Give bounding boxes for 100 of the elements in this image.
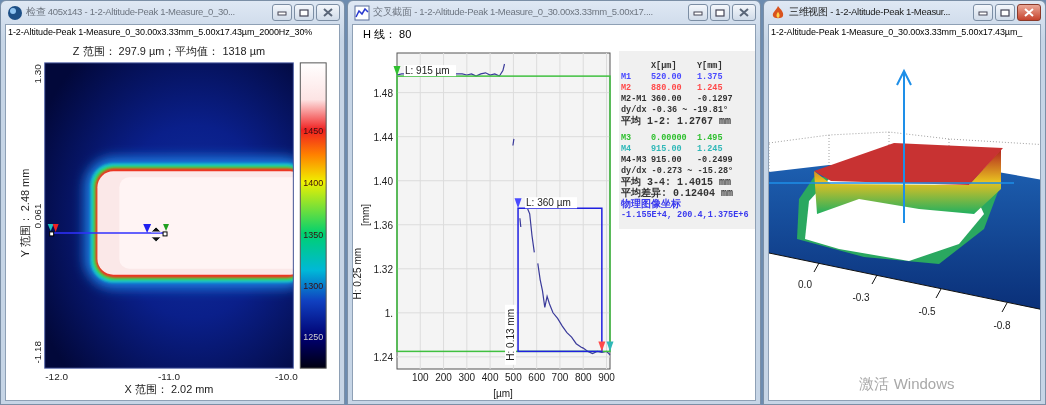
axis-tick-label: 0.0: [798, 279, 812, 290]
marker-name: M2-M1: [621, 94, 648, 105]
section-line[interactable]: [47, 223, 169, 237]
marker-name: M2: [621, 83, 633, 94]
close-button[interactable]: [316, 4, 340, 21]
y-value: 1.245: [697, 144, 724, 155]
marker-name: M1: [621, 72, 633, 83]
x-value: 360.00: [651, 94, 683, 105]
y-axis-label: [mm]: [360, 203, 371, 227]
y-axis-label: Y 范围： 2.48 mm: [18, 168, 31, 258]
line-chart-icon: [354, 4, 370, 21]
z-range-label: Z 范围： 297.9 µm；平均值： 1318 µm: [72, 44, 266, 57]
x-tick-label: 200: [435, 372, 452, 383]
scale-tick-label: 1450: [303, 126, 324, 137]
maximize-button[interactable]: [995, 4, 1015, 21]
y-tick-label: 1.30: [31, 64, 43, 84]
activation-notice: 激活 Windows: [859, 375, 955, 392]
length-label: L: 915 µm: [405, 65, 450, 77]
measurement-text: 平均 3-4: 1.4015 mm: [621, 177, 732, 188]
y-value: -0.1297: [697, 94, 734, 105]
close-button[interactable]: [1017, 4, 1041, 21]
scale-tick-label: 1300: [303, 280, 324, 291]
x-tick-label: 600: [528, 372, 545, 383]
y-tick-label: 1.24: [373, 351, 393, 363]
y-tick-label: 1.36: [373, 219, 393, 231]
marker-icon[interactable]: [393, 66, 401, 77]
measurement-text: dy/dx -0.36 ~ -19.81°: [621, 105, 730, 115]
x-axis-label: X 范围： 2.02 mm: [124, 383, 214, 396]
x-value: 520.00: [651, 72, 683, 83]
y-value: 1.375: [697, 72, 724, 83]
x-tick-label: 400: [481, 372, 499, 383]
x-tick-label: -12.0: [45, 371, 68, 383]
y-value: -0.2499: [697, 155, 734, 166]
y-tick-label: 0.061: [31, 203, 43, 229]
x-tick-label: 800: [574, 372, 592, 383]
close-button[interactable]: [732, 4, 756, 21]
maximize-button[interactable]: [710, 4, 730, 21]
scale-tick-label: 1350: [303, 229, 324, 240]
axis-tick-label: -0.8: [993, 320, 1011, 331]
file-name: 1-2-Altitude-Peak 1-Measure_0_30.00x3.33mm_5.00x17.43µm_2000Hz_30%: [7, 26, 314, 39]
x-value: 915.00: [651, 155, 683, 166]
minimize-button[interactable]: [272, 4, 292, 21]
axis-tick-label: -0.5: [918, 306, 936, 317]
marker-icon[interactable]: [514, 198, 522, 209]
height-label: H: 0.13 mm: [505, 308, 517, 361]
measurement-text: 物理图像坐标: [621, 199, 682, 210]
y-value: 1.245: [697, 83, 724, 94]
y-value: 1.495: [697, 133, 724, 144]
close-icon: [1024, 8, 1034, 17]
marker-icon[interactable]: [598, 341, 606, 352]
close-icon: [323, 8, 333, 17]
move-handle-icon[interactable]: [150, 226, 162, 243]
sphere-icon: [7, 4, 23, 21]
column-header: Y[mm]: [697, 61, 724, 72]
minimize-button[interactable]: [973, 4, 993, 21]
x-value: 880.00: [651, 83, 683, 94]
y-tick-label: 1.48: [373, 87, 393, 99]
x-axis-label: [µm]: [493, 388, 513, 399]
axis-tick-label: -0.3: [852, 292, 870, 303]
file-name: 1-2-Altitude-Peak 1-Measure_0_30.00x3.33mm_5.00x17.43µm_: [770, 26, 1024, 39]
column-header: X[µm]: [651, 61, 678, 72]
minimize-icon: [978, 9, 988, 16]
minimize-button[interactable]: [688, 4, 708, 21]
restore-icon: [715, 8, 725, 17]
marker-icon[interactable]: [606, 341, 614, 352]
x-tick-label: -10.0: [275, 371, 298, 383]
x-tick-label: 700: [551, 372, 569, 383]
minimize-icon: [693, 9, 703, 16]
x-tick-label: 100: [411, 372, 429, 383]
window-title: 三维视图 - 1-2-Altitude-Peak 1-Measur...: [789, 6, 951, 19]
height-label: H: 0.25 mm: [353, 247, 363, 300]
window-title: 检查 405x143 - 1-2-Altitude-Peak 1-Measure_0_30...: [26, 6, 235, 19]
measurement-text: 平均 1-2: 1.2767 mm: [621, 116, 732, 127]
x-tick-label: 500: [505, 372, 522, 383]
y-tick-label: 1.: [384, 307, 393, 319]
scale-tick-label: 1400: [303, 178, 324, 189]
y-tick-label: 1.40: [373, 175, 393, 187]
measurement-text: 平均差异: 0.12404 mm: [621, 188, 734, 199]
measurement-text: -1.155E+4, 200.4,1.375E+6: [621, 210, 750, 221]
marker-name: M4: [621, 144, 633, 155]
x-value: 0.00000: [651, 133, 688, 144]
restore-icon: [299, 8, 309, 17]
h-line-label: H 线： 80: [362, 27, 412, 42]
marker-name: M4-M3: [621, 155, 648, 166]
close-icon: [739, 8, 749, 17]
x-tick-label: 900: [598, 372, 615, 383]
y-tick-label: 1.32: [373, 263, 393, 275]
scale-tick-label: 1250: [303, 332, 324, 343]
y-tick-label: 1.44: [373, 131, 393, 143]
maximize-button[interactable]: [294, 4, 314, 21]
x-tick-label: -11.0: [158, 371, 180, 383]
y-tick-label: -1.18: [31, 340, 43, 364]
restore-icon: [1000, 8, 1010, 17]
x-tick-label: 300: [458, 372, 476, 383]
x-value: 915.00: [651, 144, 683, 155]
window-title: 交叉截面 - 1-2-Altitude-Peak 1-Measure_0_30.00x3.33mm_5.00x17....: [373, 6, 653, 19]
measurement-text: dy/dx -0.273 ~ -15.28°: [621, 166, 735, 176]
length-label: L: 360 µm: [526, 197, 571, 209]
marker-name: M3: [621, 133, 633, 144]
minimize-icon: [277, 9, 287, 16]
